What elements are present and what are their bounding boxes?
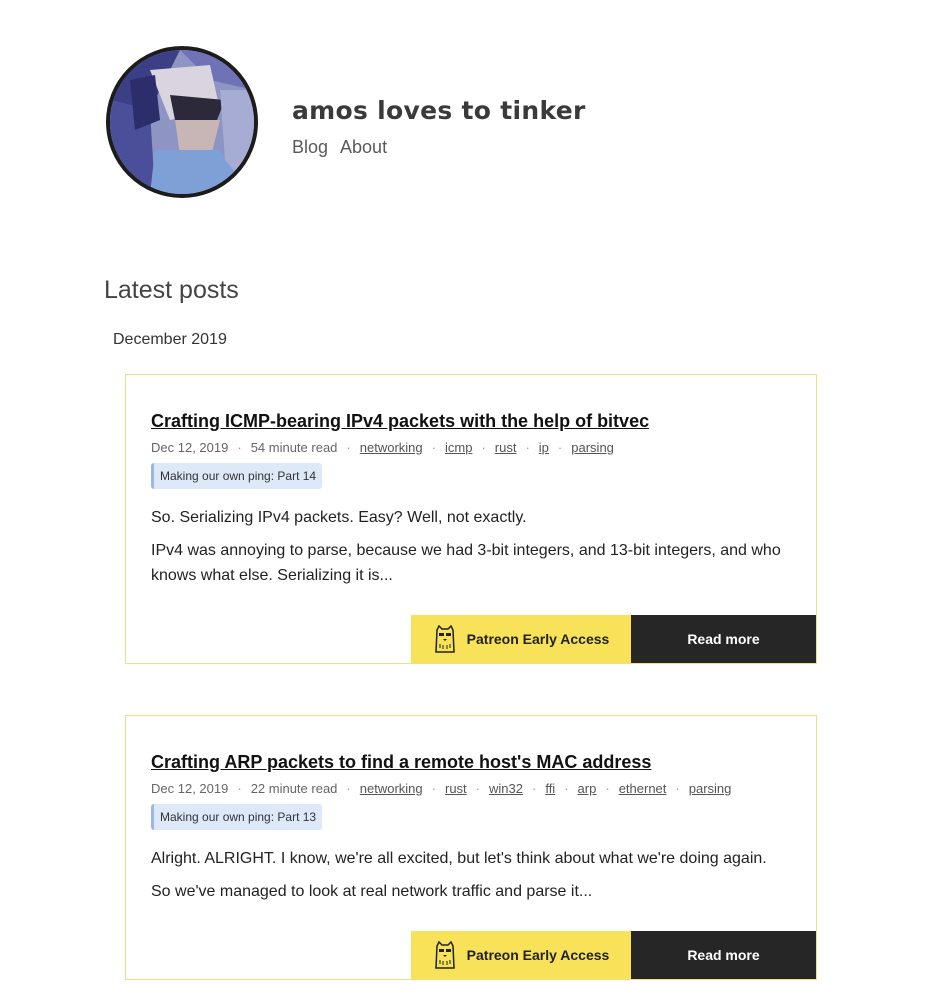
tag-link[interactable]: ffi	[545, 781, 555, 796]
read-more-button[interactable]: Read more	[631, 931, 816, 979]
bear-icon	[434, 624, 455, 653]
separator-dot: ·	[605, 781, 610, 796]
site-header: amos loves to tinker Blog About	[106, 46, 586, 198]
avatar[interactable]	[106, 46, 258, 198]
separator-dot: ·	[431, 781, 436, 796]
post-title-link[interactable]: Crafting ICMP-bearing IPv4 packets with …	[151, 411, 649, 431]
tag-link[interactable]: arp	[578, 781, 597, 796]
series-badge[interactable]: Making our own ping: Part 14	[151, 463, 323, 489]
tag-link[interactable]: networking	[360, 440, 423, 455]
section-title: Latest posts	[104, 276, 239, 304]
separator-dot: ·	[525, 440, 530, 455]
patreon-label: Patreon Early Access	[466, 947, 610, 963]
patreon-label: Patreon Early Access	[466, 631, 610, 647]
separator-dot: ·	[237, 781, 242, 796]
tag-link[interactable]: networking	[360, 781, 423, 796]
separator-dot: ·	[346, 440, 351, 455]
main-nav: Blog About	[292, 137, 586, 158]
tag-link[interactable]: parsing	[689, 781, 732, 796]
post-excerpt: So. Serializing IPv4 packets. Easy? Well…	[151, 505, 800, 588]
tag-link[interactable]: icmp	[445, 440, 472, 455]
patreon-early-access-button[interactable]: Patreon Early Access	[411, 931, 631, 979]
separator-dot: ·	[557, 440, 563, 455]
separator-dot: ·	[564, 781, 569, 796]
excerpt-paragraph: Alright. ALRIGHT. I know, we're all exci…	[151, 850, 767, 867]
separator-dot: ·	[675, 781, 680, 796]
separator-dot: ·	[475, 781, 480, 796]
site-title[interactable]: amos loves to tinker	[292, 96, 586, 125]
separator-dot: ·	[431, 440, 436, 455]
post-read-time: 54 minute read	[250, 440, 338, 455]
tag-link[interactable]: rust	[495, 440, 517, 455]
separator-dot: ·	[237, 440, 242, 455]
separator-dot: ·	[481, 440, 486, 455]
excerpt-paragraph: IPv4 was annoying to parse, because we h…	[151, 542, 781, 584]
excerpt-paragraph: So we've managed to look at real network…	[151, 883, 593, 900]
bear-icon	[434, 940, 455, 969]
tag-link[interactable]: rust	[445, 781, 467, 796]
post-title: Crafting ARP packets to find a remote ho…	[151, 752, 800, 773]
post-excerpt: Alright. ALRIGHT. I know, we're all exci…	[151, 846, 800, 904]
post-date: Dec 12, 2019	[151, 781, 229, 796]
nav-about-link[interactable]: About	[340, 137, 387, 158]
post-read-time: 22 minute read	[250, 781, 338, 796]
post-card: Crafting ICMP-bearing IPv4 packets with …	[125, 374, 817, 664]
patreon-early-access-button[interactable]: Patreon Early Access	[411, 615, 631, 663]
tag-link[interactable]: ip	[539, 440, 549, 455]
read-more-button[interactable]: Read more	[631, 615, 816, 663]
nav-blog-link[interactable]: Blog	[292, 137, 328, 158]
series-badge[interactable]: Making our own ping: Part 13	[151, 804, 323, 830]
tag-link[interactable]: win32	[489, 781, 523, 796]
excerpt-paragraph: So. Serializing IPv4 packets. Easy? Well…	[151, 509, 527, 526]
post-title-link[interactable]: Crafting ARP packets to find a remote ho…	[151, 752, 651, 772]
tag-link[interactable]: parsing	[571, 440, 614, 455]
post-card: Crafting ARP packets to find a remote ho…	[125, 715, 817, 980]
post-meta: Dec 12, 2019 · 54 minute read · networki…	[151, 440, 800, 455]
separator-dot: ·	[531, 781, 537, 796]
post-actions: Patreon Early Access Read more	[411, 931, 816, 979]
post-meta: Dec 12, 2019 · 22 minute read · networki…	[151, 781, 800, 796]
post-title: Crafting ICMP-bearing IPv4 packets with …	[151, 411, 800, 432]
tag-link[interactable]: ethernet	[619, 781, 667, 796]
post-date: Dec 12, 2019	[151, 440, 229, 455]
month-heading: December 2019	[113, 331, 227, 348]
separator-dot: ·	[346, 781, 351, 796]
post-actions: Patreon Early Access Read more	[411, 615, 816, 663]
avatar-portrait-image	[110, 50, 254, 194]
